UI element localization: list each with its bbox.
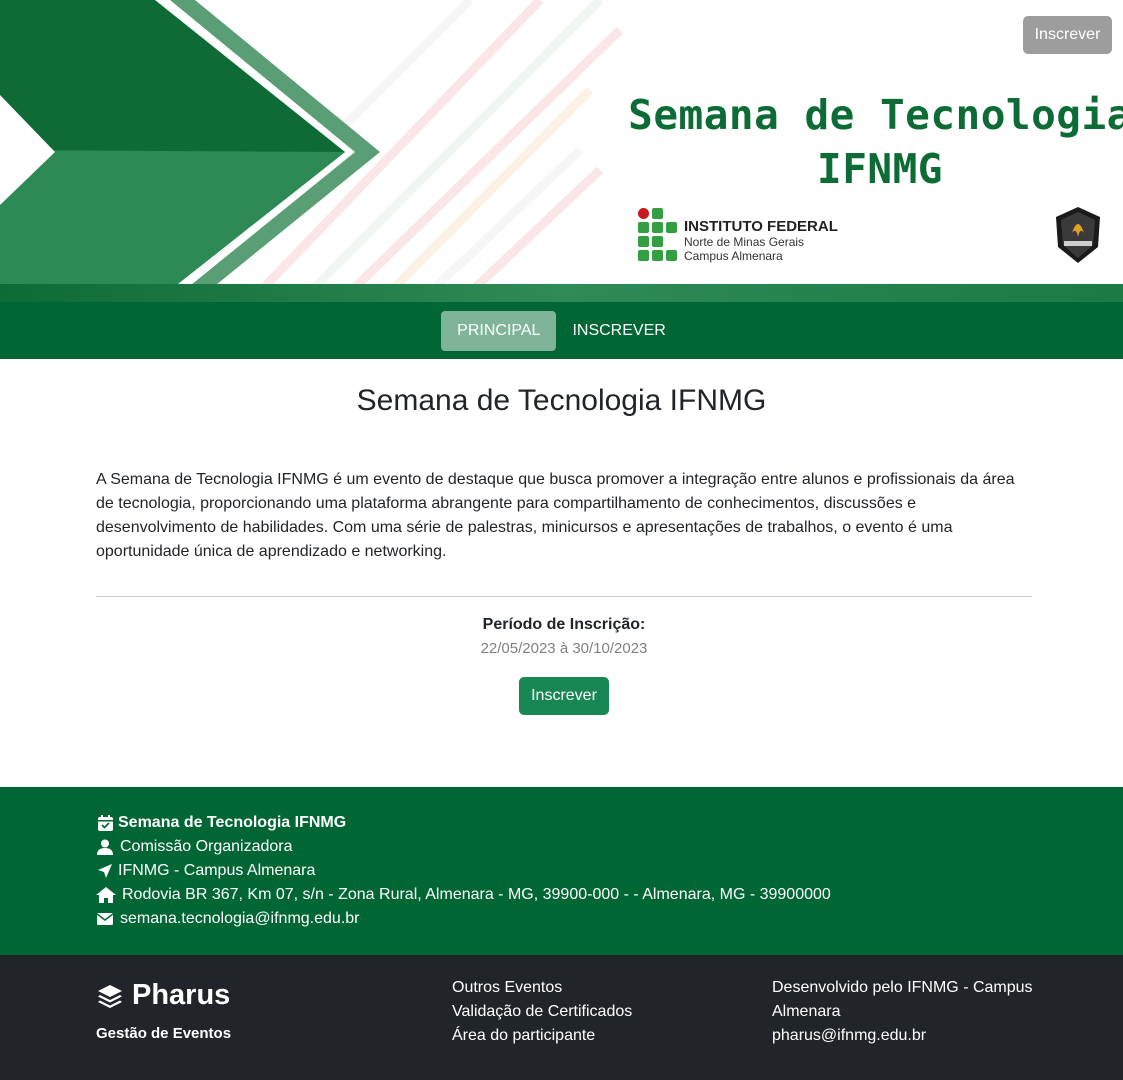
institute-name: INSTITUTO FEDERAL (684, 218, 838, 235)
developed-by: Desenvolvido pelo IFNMG - Campus Almenar… (772, 979, 1033, 1020)
nav-item-principal[interactable]: PRINCIPAL (441, 310, 557, 351)
user-icon (96, 838, 114, 856)
event-banner: Semana de Tecnologia IFNMG INSTITUTO FED… (0, 0, 1123, 302)
layers-icon (98, 984, 122, 1008)
institute-region: Norte de Minas Gerais (684, 235, 805, 249)
home-icon (96, 886, 116, 904)
content-divider (96, 596, 1032, 597)
site-footer: Pharus Gestão de Eventos Outros Eventos … (0, 955, 1123, 1080)
main-nav: PRINCIPAL INSCREVER (0, 302, 1123, 359)
registration-period-label: Período de Inscrição: (482, 616, 646, 633)
location-arrow-icon (96, 862, 114, 880)
address-row: Rodovia BR 367, Km 07, s/n - Zona Rural,… (96, 883, 831, 907)
footer-link-area-participante[interactable]: Área do participante (452, 1024, 632, 1048)
contact-email[interactable]: pharus@ifnmg.edu.br (772, 1024, 1052, 1048)
page-title: Semana de Tecnologia IFNMG (356, 384, 767, 417)
event-description: A Semana de Tecnologia IFNMG é um evento… (96, 471, 1015, 560)
banner-title-line1: Semana de Tecnologia (628, 91, 1123, 139)
footer-links: Outros Eventos Validação de Certificados… (452, 976, 632, 1048)
venue: IFNMG - Campus Almenara (118, 862, 316, 879)
banner-title: Semana de Tecnologia IFNMG (600, 88, 1123, 196)
organizer-row: Comissão Organizadora (96, 835, 293, 859)
banner-title-line2: IFNMG (817, 145, 943, 193)
brand-tagline: Gestão de Eventos (96, 1025, 232, 1042)
email-row: semana.tecnologia@ifnmg.edu.br (96, 907, 360, 931)
institute-grid-icon (638, 208, 678, 262)
address: Rodovia BR 367, Km 07, s/n - Zona Rural,… (122, 886, 831, 903)
header-subscribe-button[interactable]: Inscrever (1023, 16, 1112, 54)
footer-link-validacao-certificados[interactable]: Validação de Certificados (452, 1000, 632, 1024)
nav-item-inscrever[interactable]: INSCREVER (556, 311, 681, 351)
brand-name: Pharus (132, 979, 231, 1011)
developer-info: Desenvolvido pelo IFNMG - Campus Almenar… (772, 976, 1052, 1048)
envelope-icon (96, 910, 114, 928)
informatica-shield-icon (1056, 207, 1100, 263)
pharus-brand[interactable]: Pharus (96, 979, 230, 1012)
event-email[interactable]: semana.tecnologia@ifnmg.edu.br (120, 907, 360, 931)
event-name-row: Semana de Tecnologia IFNMG (96, 811, 346, 835)
institute-logo: INSTITUTO FEDERAL Norte de Minas Gerais … (638, 208, 838, 263)
calendar-check-icon (96, 814, 114, 832)
banner-green-strip (0, 284, 1123, 302)
registration-period-dates: 22/05/2023 à 30/10/2023 (480, 640, 648, 657)
organizer: Comissão Organizadora (120, 838, 293, 855)
footer-link-outros-eventos[interactable]: Outros Eventos (452, 976, 632, 1000)
venue-row: IFNMG - Campus Almenara (96, 859, 315, 883)
subscribe-button[interactable]: Inscrever (519, 677, 609, 715)
event-info-footer: Semana de Tecnologia IFNMG Comissão Orga… (0, 787, 1123, 955)
event-name: Semana de Tecnologia IFNMG (118, 814, 347, 831)
institute-campus: Campus Almenara (684, 249, 783, 263)
